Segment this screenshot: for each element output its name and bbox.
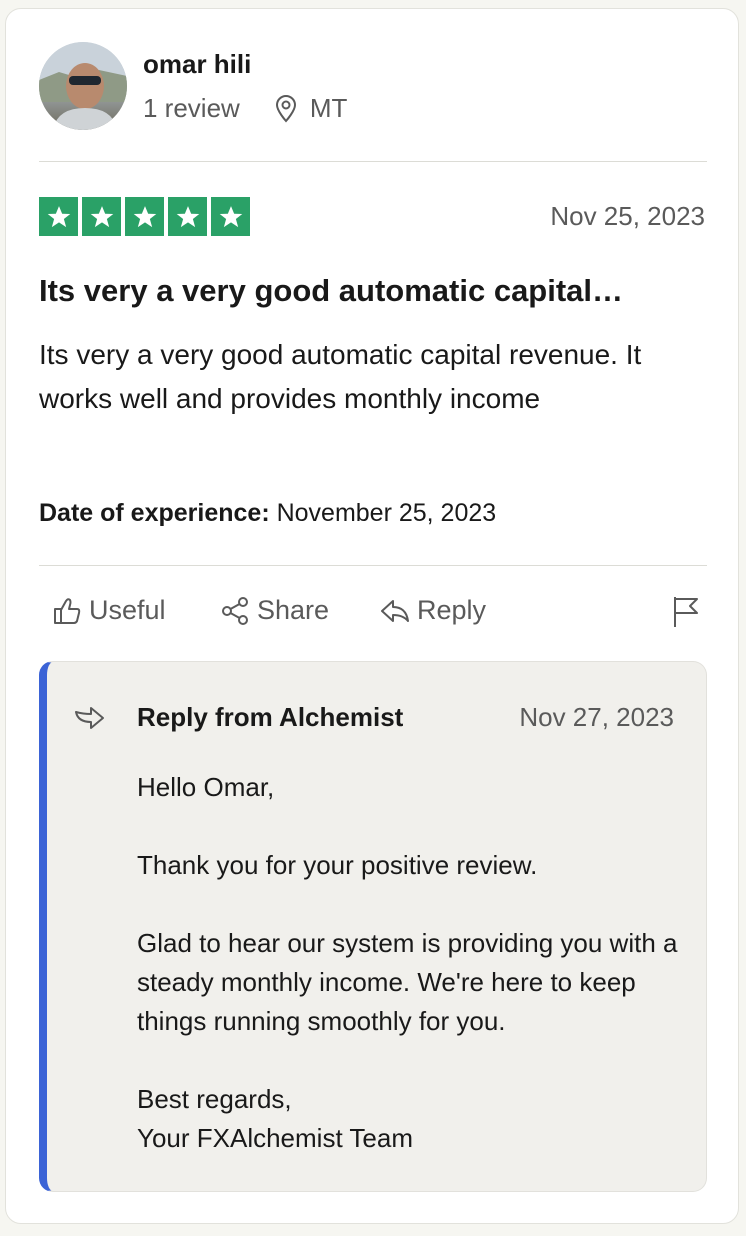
reply-paragraph: Hello Omar, <box>137 772 275 802</box>
report-flag-button[interactable] <box>671 595 707 629</box>
star-icon <box>168 197 207 236</box>
share-label: Share <box>257 595 330 625</box>
date-of-experience: Date of experience: November 25, 2023 <box>39 499 496 528</box>
flag-icon <box>674 597 698 627</box>
review-title[interactable]: Its very a very good automatic capital… <box>39 273 709 309</box>
review-body: Its very a very good automatic capital r… <box>39 339 642 414</box>
map-pin-icon <box>274 94 298 123</box>
reviewer-meta: 1 review MT <box>143 93 347 124</box>
review-card: omar hili 1 review MT Nov 25, 2023 Its v… <box>5 8 739 1224</box>
share-button[interactable]: Share <box>219 595 329 626</box>
star-rating <box>39 197 250 236</box>
divider <box>39 565 707 566</box>
divider <box>39 161 707 162</box>
star-icon <box>39 197 78 236</box>
reply-paragraph: Best regards, <box>137 1084 292 1114</box>
reply-paragraph: Your FXAlchemist Team <box>137 1123 414 1153</box>
experience-label: Date of experience: <box>39 499 270 527</box>
thumbs-up-icon <box>54 597 81 624</box>
reply-from: Reply from Alchemist <box>137 702 404 732</box>
star-icon <box>82 197 121 236</box>
reply-label: Reply <box>417 595 487 625</box>
review-count: 1 review <box>143 93 240 123</box>
reviewer-country: MT <box>309 93 348 123</box>
avatar[interactable] <box>39 42 127 130</box>
reply-button[interactable]: Reply <box>379 595 486 626</box>
reply-paragraph: Glad to hear our system is providing you… <box>137 928 678 1036</box>
review-date: Nov 25, 2023 <box>550 201 705 231</box>
review-actions: Useful Share Reply <box>39 595 707 635</box>
reply-paragraph: Thank you for your positive review. <box>137 850 538 880</box>
reply-arrow-icon <box>73 706 107 741</box>
experience-date: November 25, 2023 <box>276 499 497 527</box>
star-icon <box>211 197 250 236</box>
useful-label: Useful <box>89 595 166 625</box>
reply-icon <box>381 599 409 622</box>
useful-button[interactable]: Useful <box>53 595 166 626</box>
star-icon <box>125 197 164 236</box>
reply-text: Hello Omar, Thank you for your positive … <box>137 768 697 1158</box>
reply-date: Nov 27, 2023 <box>519 702 674 732</box>
share-icon <box>222 596 248 625</box>
company-reply: Reply from Alchemist Nov 27, 2023 Hello … <box>39 661 707 1192</box>
reviewer-name[interactable]: omar hili <box>143 49 251 80</box>
